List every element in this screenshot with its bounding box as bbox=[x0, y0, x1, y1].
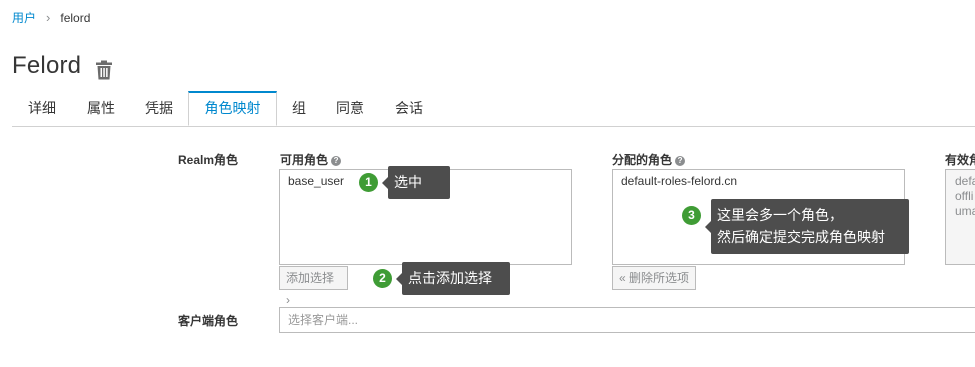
tooltip-select: 选中 bbox=[382, 166, 450, 199]
tooltip-line: 然后确定提交完成角色映射 bbox=[717, 229, 885, 245]
step-badge: 1 bbox=[359, 173, 378, 192]
tooltip-role-added: 这里会多一个角色， 然后确定提交完成角色映射 bbox=[705, 199, 909, 254]
client-roles-label: 客户端角色 bbox=[178, 314, 239, 328]
breadcrumb-current: felord bbox=[60, 10, 91, 25]
available-roles-label: 可用角色 bbox=[280, 153, 329, 167]
effective-roles-label: 有效角 bbox=[945, 153, 975, 167]
breadcrumb-users-link[interactable]: 用户 bbox=[12, 9, 36, 26]
effective-role-option: defa bbox=[955, 174, 975, 188]
chevron-right-icon: › bbox=[46, 10, 51, 25]
tab-sessions[interactable]: 会话 bbox=[379, 92, 439, 125]
effective-role-option: offli bbox=[955, 189, 974, 203]
tab-bar: 详细 属性 凭据 角色映射 组 同意 会话 bbox=[12, 91, 975, 127]
help-icon[interactable]: ? bbox=[675, 155, 686, 166]
realm-roles-label: Realm角色 bbox=[178, 153, 239, 167]
remove-selected-button[interactable]: « 删除所选项 bbox=[612, 266, 696, 290]
tab-consents[interactable]: 同意 bbox=[321, 92, 379, 125]
available-roles-header: 可用角色? bbox=[280, 151, 342, 168]
page-title: Felord bbox=[12, 52, 82, 79]
tooltip-add-selected: 点击添加选择 bbox=[396, 262, 510, 295]
effective-role-option: uma bbox=[955, 204, 975, 218]
help-icon[interactable]: ? bbox=[331, 155, 342, 166]
tab-attributes[interactable]: 属性 bbox=[72, 92, 130, 125]
effective-roles-listbox: defa offli uma bbox=[945, 169, 975, 265]
tab-groups[interactable]: 组 bbox=[277, 92, 321, 125]
step-badge: 2 bbox=[373, 269, 392, 288]
assigned-role-option[interactable]: default-roles-felord.cn bbox=[613, 174, 904, 189]
client-select-input[interactable]: 选择客户端... bbox=[279, 307, 975, 333]
step-badge: 3 bbox=[682, 206, 701, 225]
tab-credentials[interactable]: 凭据 bbox=[130, 92, 188, 125]
assigned-roles-label: 分配的角色 bbox=[612, 153, 673, 167]
trash-icon[interactable] bbox=[95, 60, 113, 80]
assigned-roles-header: 分配的角色? bbox=[612, 151, 686, 168]
add-selected-button[interactable]: 添加选择 › bbox=[279, 266, 348, 307]
tab-role-mappings[interactable]: 角色映射 bbox=[188, 91, 277, 126]
breadcrumb: 用户 › felord bbox=[12, 9, 90, 26]
tab-details[interactable]: 详细 bbox=[12, 92, 72, 125]
tooltip-line: 这里会多一个角色， bbox=[717, 207, 843, 223]
